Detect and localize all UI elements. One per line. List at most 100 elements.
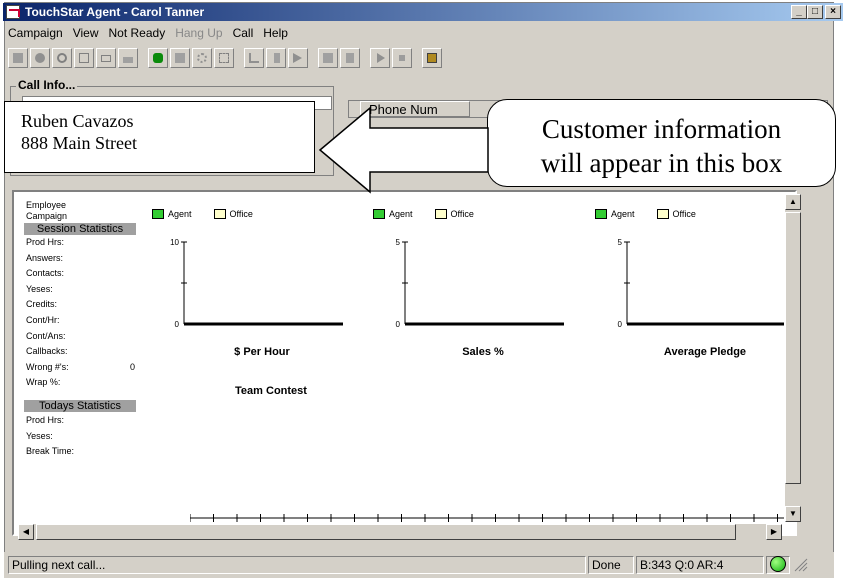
callout-arrow bbox=[318, 106, 489, 194]
phone-green-icon[interactable] bbox=[148, 48, 168, 68]
customer-callout: Ruben Cavazos 888 Main Street bbox=[4, 101, 315, 173]
legend-agent-swatch bbox=[373, 209, 385, 219]
legend-agent-swatch bbox=[595, 209, 607, 219]
close-button[interactable]: × bbox=[825, 5, 841, 19]
menu-bar: Campaign View Not Ready Hang Up Call Hel… bbox=[8, 24, 288, 42]
menu-call[interactable]: Call bbox=[233, 24, 254, 42]
legend-office-swatch bbox=[213, 209, 226, 219]
status-counts: B:343 Q:0 AR:4 bbox=[636, 556, 764, 574]
scroll-up-button[interactable]: ▲ bbox=[785, 194, 801, 210]
menu-help[interactable]: Help bbox=[263, 24, 288, 42]
session-stat-label: Answers: bbox=[26, 252, 64, 263]
chart-plot: 10 0 bbox=[170, 238, 343, 329]
play-icon[interactable] bbox=[370, 48, 390, 68]
horizontal-scrollbar[interactable]: ◀ ▶ bbox=[18, 524, 782, 540]
scroll-right-button[interactable]: ▶ bbox=[766, 524, 782, 540]
today-stat-label: Yeses: bbox=[26, 430, 53, 441]
session-statistics-header: Session Statistics bbox=[24, 223, 136, 235]
session-stat-label: Cont/Ans: bbox=[26, 330, 66, 341]
conference-icon[interactable] bbox=[318, 48, 338, 68]
status-state: Done bbox=[588, 556, 634, 574]
resize-grip-icon[interactable] bbox=[792, 556, 808, 572]
scroll-down-button[interactable]: ▼ bbox=[785, 506, 801, 522]
mail-icon[interactable] bbox=[96, 48, 116, 68]
info-callout-line2: will appear in this box bbox=[540, 148, 783, 178]
legend-agent-label: Agent bbox=[168, 209, 192, 219]
dialpad-icon[interactable] bbox=[214, 48, 234, 68]
today-stat-label: Prod Hrs: bbox=[26, 415, 65, 425]
session-stat-label: Callbacks: bbox=[26, 346, 68, 357]
legend-office-label: Office bbox=[229, 209, 253, 219]
customer-name: Ruben Cavazos bbox=[21, 111, 134, 131]
session-stat-label: Wrap %: bbox=[26, 377, 61, 388]
record-icon[interactable] bbox=[30, 48, 50, 68]
connection-status-icon bbox=[770, 556, 786, 572]
team-contest-title: Team Contest bbox=[235, 385, 307, 397]
customer-address: 888 Main Street bbox=[21, 133, 137, 153]
session-stat-label: Cont/Hr: bbox=[26, 315, 60, 325]
status-bar: Pulling next call... Done B:343 Q:0 AR:4 bbox=[4, 552, 834, 578]
session-stat-label: Credits: bbox=[26, 299, 58, 310]
session-stat-label: Yeses: bbox=[26, 283, 53, 294]
pause-icon[interactable] bbox=[392, 48, 412, 68]
session-stat-label: Wrong #'s: bbox=[26, 361, 69, 372]
chart-legend: Agent Office bbox=[152, 209, 253, 219]
title-bar[interactable]: TouchStar Agent - Carol Tanner _ □ × bbox=[3, 3, 843, 21]
legend-agent-label: Agent bbox=[611, 209, 635, 219]
chart-legend: Agent Office bbox=[595, 209, 696, 219]
maximize-button[interactable]: □ bbox=[807, 5, 823, 19]
scroll-left-button[interactable]: ◀ bbox=[18, 524, 34, 540]
stop-icon[interactable] bbox=[8, 48, 28, 68]
todays-statistics-header: Todays Statistics bbox=[24, 400, 136, 412]
legend-office-label: Office bbox=[672, 209, 696, 219]
chart-plot: 50 bbox=[396, 238, 564, 329]
session-stat-label: Contacts: bbox=[26, 268, 65, 279]
info-callout-line1: Customer information bbox=[541, 114, 782, 144]
no-icon[interactable] bbox=[52, 48, 72, 68]
employee-label: Employee bbox=[26, 200, 67, 210]
campaign-label: Campaign bbox=[26, 211, 68, 221]
menu-not-ready[interactable]: Not Ready bbox=[109, 24, 166, 42]
exit-icon[interactable] bbox=[422, 48, 442, 68]
legend-office-swatch bbox=[434, 209, 447, 219]
dial-icon[interactable] bbox=[74, 48, 94, 68]
legend-office-label: Office bbox=[450, 209, 474, 219]
chart-plot: 50 bbox=[618, 238, 786, 329]
y-tick-label: 10 bbox=[170, 238, 179, 247]
y-tick-label: 0 bbox=[396, 320, 401, 329]
horizontal-scroll-thumb[interactable] bbox=[36, 524, 736, 540]
window-controls: _ □ × bbox=[791, 5, 841, 19]
y-tick-label: 0 bbox=[618, 320, 623, 329]
today-stat-label: Break Time: bbox=[26, 446, 75, 456]
forward-icon[interactable] bbox=[288, 48, 308, 68]
y-tick-label: 0 bbox=[175, 320, 180, 329]
status-message: Pulling next call... bbox=[8, 556, 586, 574]
chart-title: Average Pledge bbox=[663, 346, 747, 358]
keypad-icon[interactable] bbox=[170, 48, 190, 68]
chart-title: $ Per Hour bbox=[234, 346, 290, 358]
chart-legend: Agent Office bbox=[373, 209, 474, 219]
app-icon bbox=[6, 5, 20, 19]
transfer-icon[interactable] bbox=[266, 48, 286, 68]
call-info-label: Call Info... bbox=[16, 78, 78, 92]
minimize-button[interactable]: _ bbox=[791, 5, 807, 19]
settings-icon[interactable] bbox=[192, 48, 212, 68]
menu-view[interactable]: View bbox=[73, 24, 99, 42]
legend-office-swatch bbox=[656, 209, 669, 219]
toolbar bbox=[8, 46, 444, 70]
menu-hang-up: Hang Up bbox=[175, 26, 223, 40]
session-stat-value: 0 bbox=[130, 361, 136, 372]
legend-agent-label: Agent bbox=[389, 209, 413, 219]
team-contest-axis bbox=[190, 514, 790, 522]
y-tick-label: 5 bbox=[618, 238, 623, 247]
session-stat-label: Prod Hrs: bbox=[26, 237, 65, 247]
arrow-icon[interactable] bbox=[244, 48, 264, 68]
hold-icon[interactable] bbox=[340, 48, 360, 68]
chart-title: Sales % bbox=[462, 346, 504, 358]
window-title: TouchStar Agent - Carol Tanner bbox=[25, 5, 205, 19]
menu-campaign[interactable]: Campaign bbox=[8, 24, 63, 42]
legend-agent-swatch bbox=[152, 209, 164, 219]
vertical-scrollbar[interactable]: ▲ ▼ bbox=[784, 194, 801, 522]
phone-hand-icon[interactable] bbox=[118, 48, 138, 68]
vertical-scroll-thumb[interactable] bbox=[785, 212, 801, 484]
